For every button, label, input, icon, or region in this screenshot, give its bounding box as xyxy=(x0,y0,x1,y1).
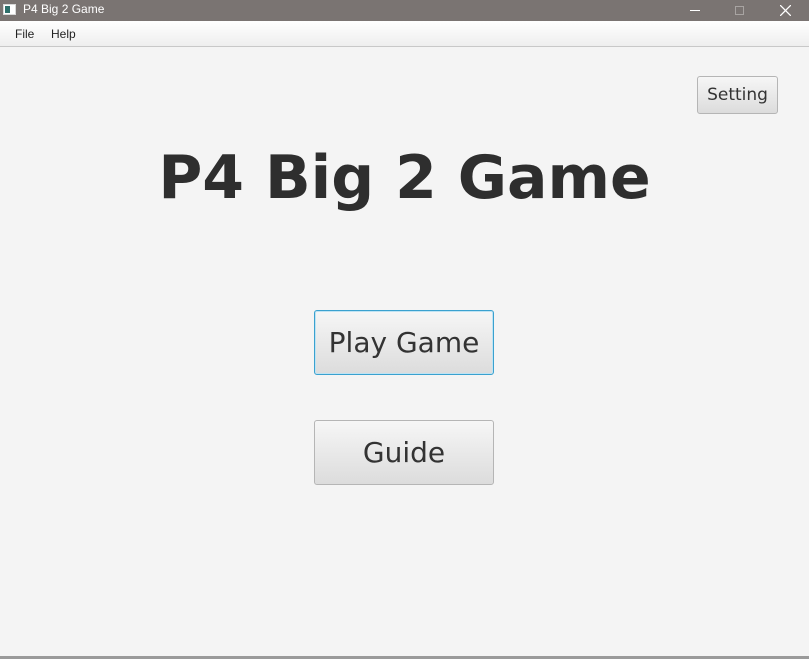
maximize-button[interactable] xyxy=(717,0,762,21)
menu-bar: File Help xyxy=(0,21,809,47)
close-icon xyxy=(780,5,791,16)
play-game-button[interactable]: Play Game xyxy=(314,310,494,375)
minimize-button[interactable] xyxy=(672,0,717,21)
window-title: P4 Big 2 Game xyxy=(23,2,105,16)
guide-button[interactable]: Guide xyxy=(314,420,494,485)
close-button[interactable] xyxy=(763,0,808,21)
maximize-icon xyxy=(735,6,744,15)
setting-button[interactable]: Setting xyxy=(697,76,778,114)
page-title: P4 Big 2 Game xyxy=(158,143,651,213)
minimize-icon xyxy=(689,10,700,11)
window-titlebar[interactable]: P4 Big 2 Game xyxy=(0,0,809,21)
menu-help[interactable]: Help xyxy=(51,27,76,41)
menu-file[interactable]: File xyxy=(15,27,34,41)
app-icon xyxy=(3,4,16,15)
